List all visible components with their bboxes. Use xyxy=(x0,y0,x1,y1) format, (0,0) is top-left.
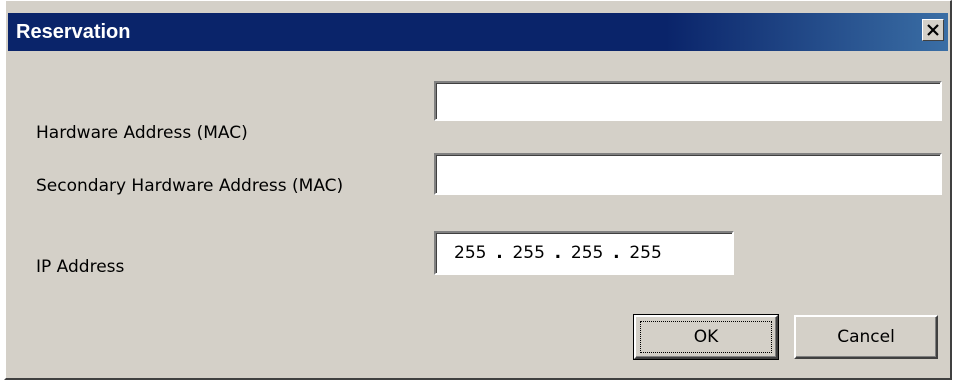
mac-label: Hardware Address (MAC) xyxy=(36,123,248,143)
reservation-dialog: Reservation Hardware Address (MAC) Secon… xyxy=(4,0,952,380)
ip-octet-4[interactable]: 255 xyxy=(629,243,661,263)
ip-octet-3[interactable]: 255 xyxy=(571,243,603,263)
secondary-mac-field-frame xyxy=(434,153,942,195)
ip-separator: . xyxy=(496,243,503,263)
ip-octet-2[interactable]: 255 xyxy=(512,243,544,263)
title-bar[interactable]: Reservation xyxy=(8,13,948,51)
ip-address-field[interactable]: 255 . 255 . 255 . 255 xyxy=(434,231,734,275)
window-title: Reservation xyxy=(16,21,131,43)
ip-octet-1[interactable]: 255 xyxy=(454,243,486,263)
ip-separator: . xyxy=(554,243,562,263)
focus-ring xyxy=(640,321,772,353)
close-icon xyxy=(923,20,943,40)
close-button[interactable] xyxy=(922,19,944,41)
ip-separator: . xyxy=(613,243,620,263)
cancel-button-label: Cancel xyxy=(837,327,895,347)
cancel-button[interactable]: Cancel xyxy=(794,315,938,359)
mac-field-frame xyxy=(434,81,942,121)
secondary-mac-field[interactable] xyxy=(436,155,940,193)
secondary-mac-label: Secondary Hardware Address (MAC) xyxy=(36,176,344,196)
ok-button[interactable]: OK xyxy=(633,314,779,360)
ip-label: IP Address xyxy=(36,257,125,277)
mac-field[interactable] xyxy=(436,83,940,119)
